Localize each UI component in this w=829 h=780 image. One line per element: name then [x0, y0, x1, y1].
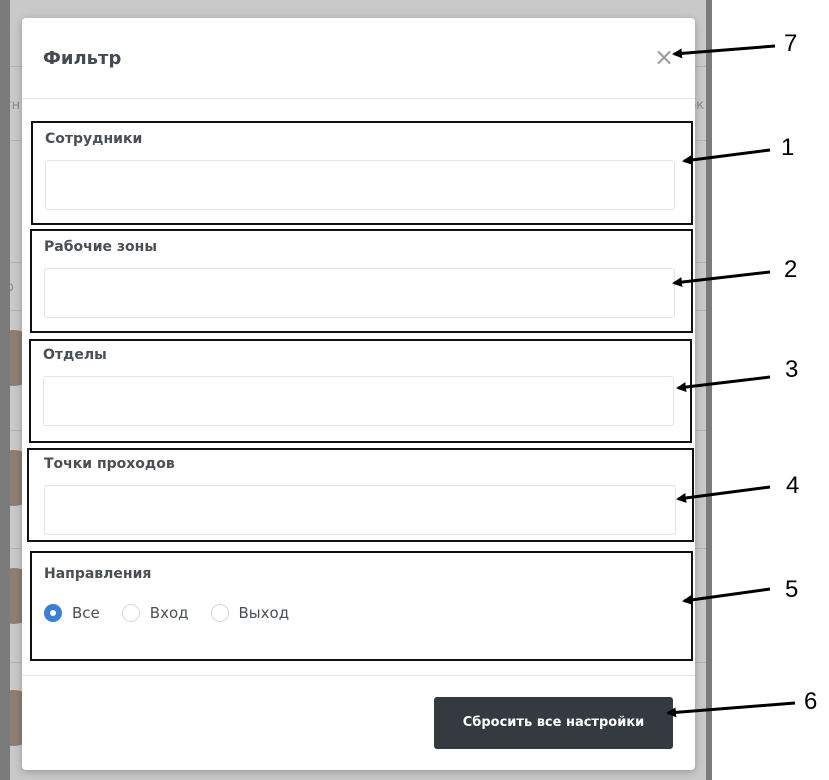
- annotation-arrow-6: [666, 701, 796, 718]
- annotation-arrow-3: [676, 375, 771, 393]
- annotation-number-2: 2: [784, 256, 798, 283]
- annotation-number-6: 6: [804, 688, 818, 715]
- annotation-number-4: 4: [786, 472, 800, 499]
- annotation-number-1: 1: [781, 134, 795, 161]
- annotation-arrow-2: [672, 270, 771, 288]
- annotation-arrows: [666, 44, 796, 718]
- annotation-arrow-4: [676, 485, 771, 503]
- annotation-arrow-7: [672, 44, 776, 59]
- annotation-arrow-1: [682, 148, 771, 165]
- annotation-number-3: 3: [785, 356, 799, 383]
- annotation-number-5: 5: [785, 576, 799, 603]
- annotation-number-7: 7: [784, 30, 798, 57]
- annotation-arrow-5: [682, 587, 771, 605]
